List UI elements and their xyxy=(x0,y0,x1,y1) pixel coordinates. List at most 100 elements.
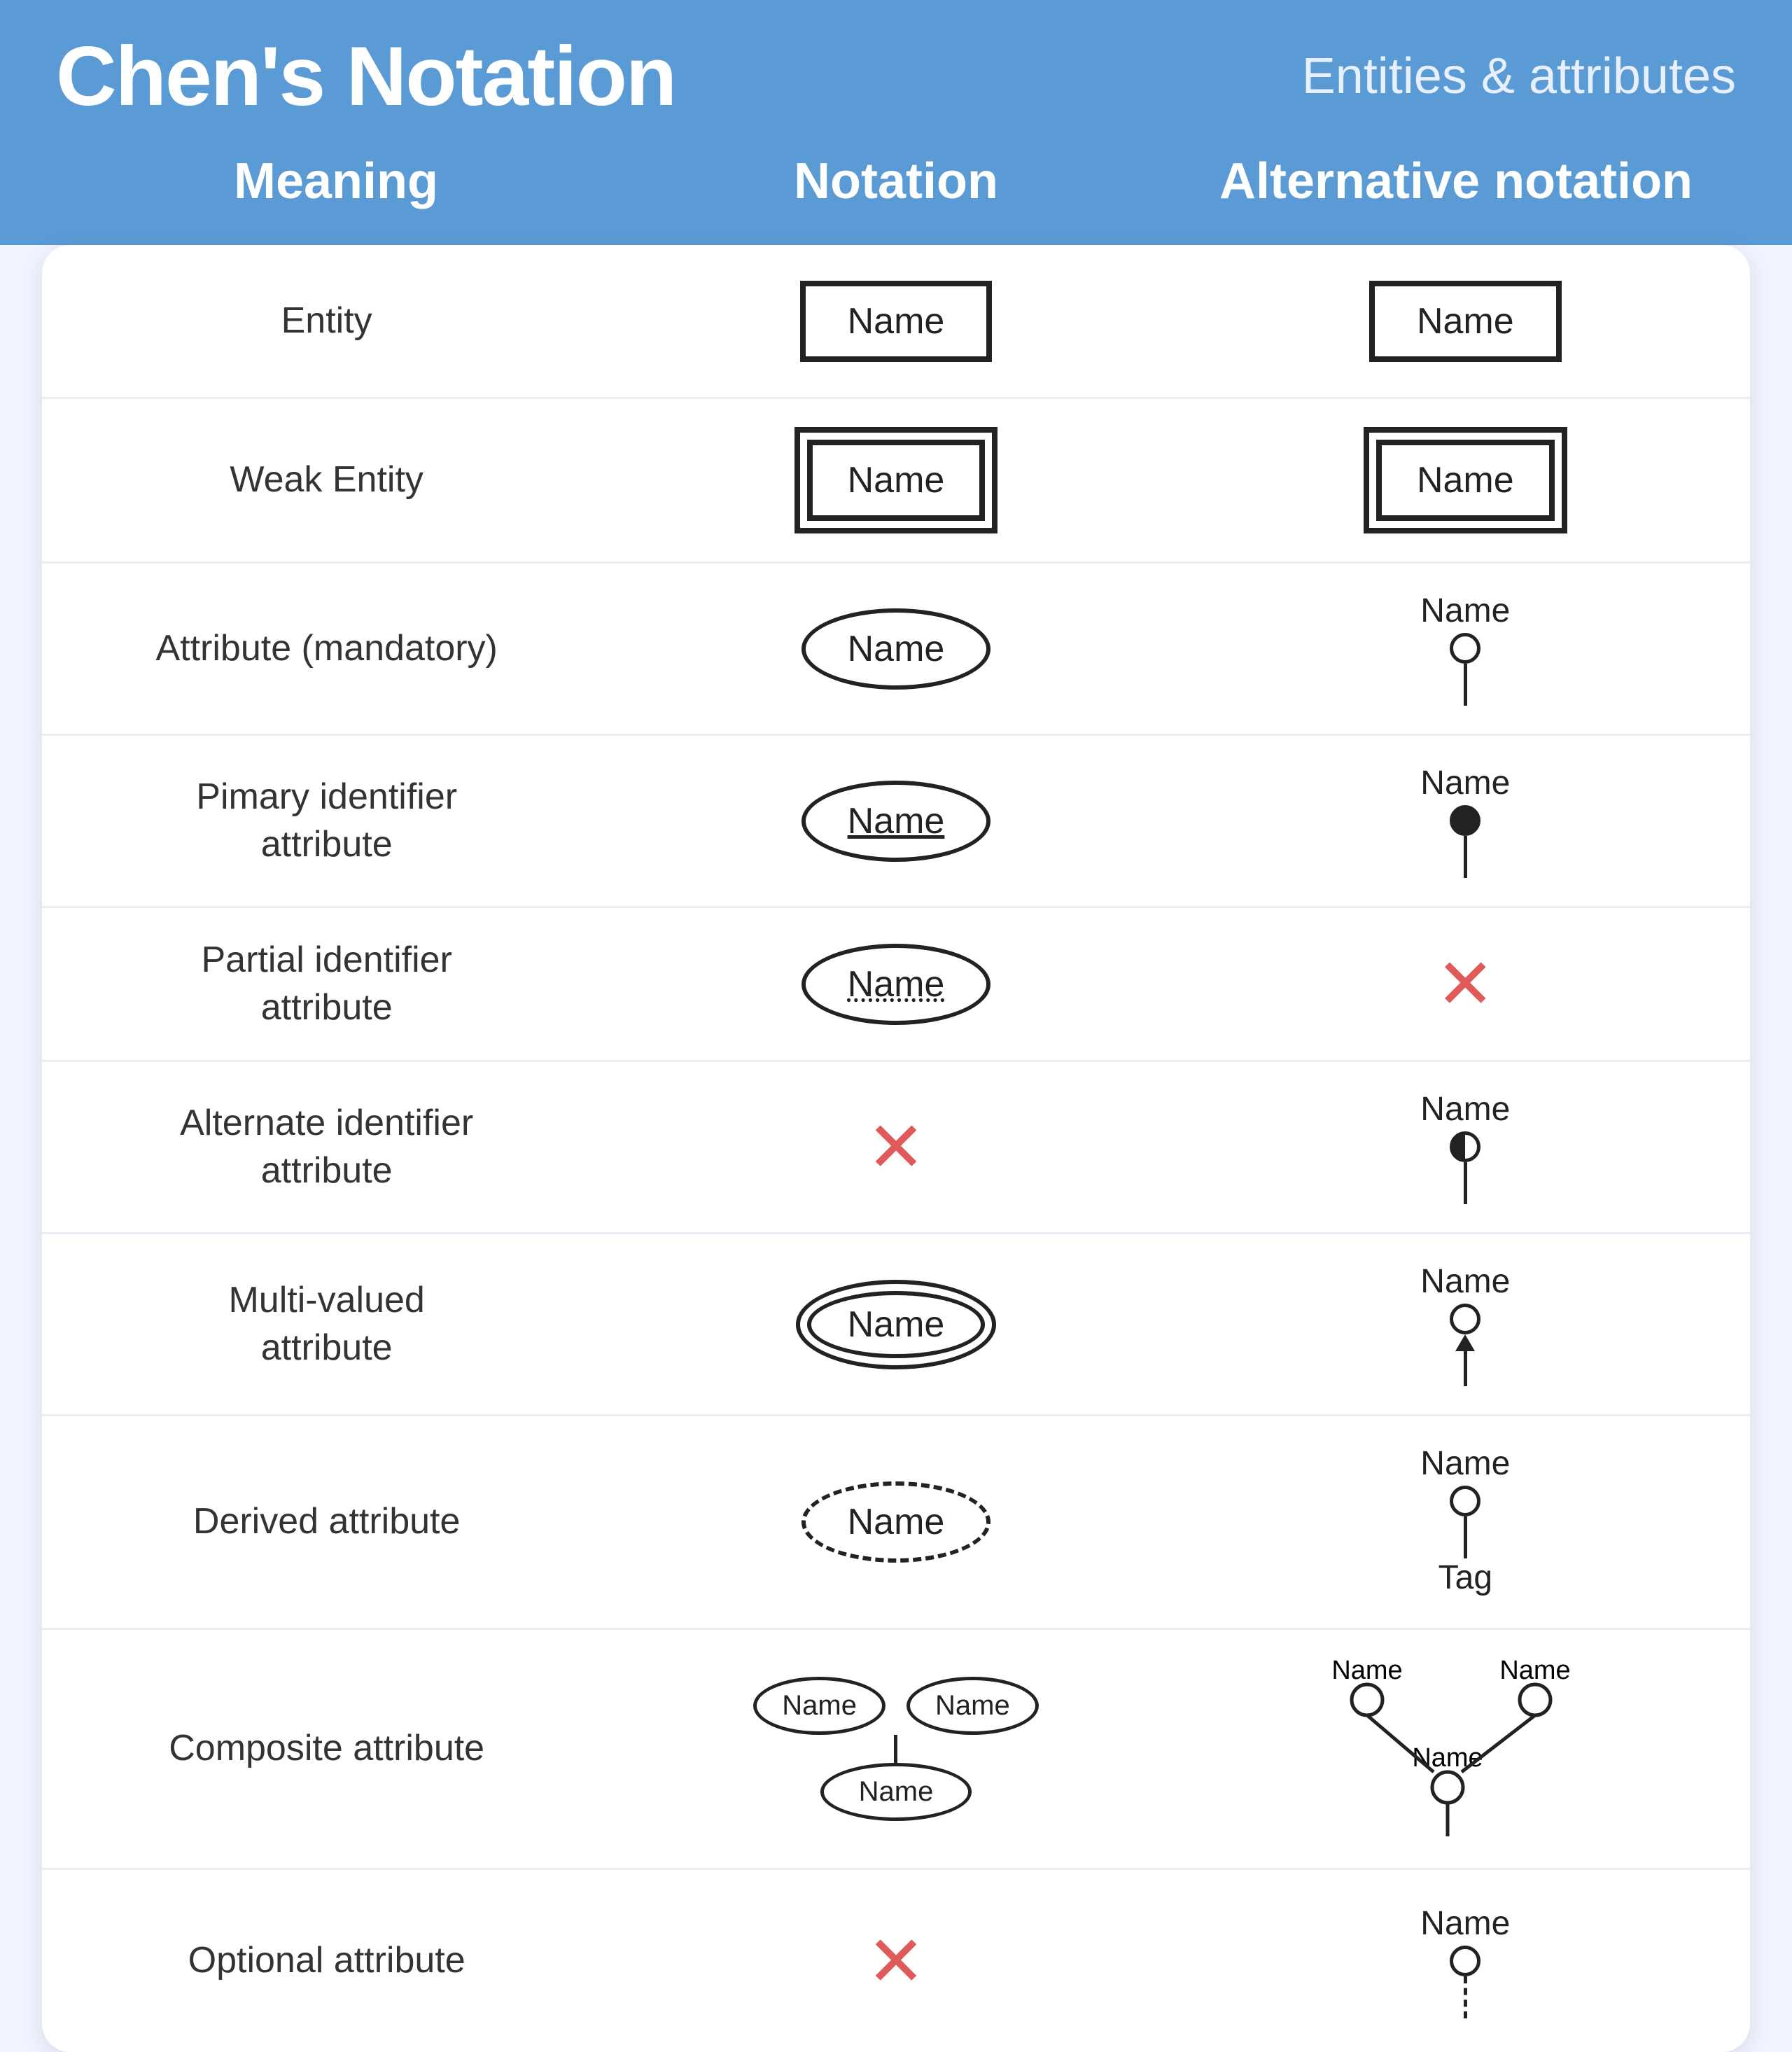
meaning-cell: Weak Entity xyxy=(42,399,611,561)
optional-circle xyxy=(1450,1946,1480,1976)
alt-id-label: Name xyxy=(1420,1090,1510,1129)
composite-top-row: Name Name xyxy=(753,1677,1038,1735)
notation-cell: ✕ xyxy=(611,1062,1180,1232)
comp-name3: Name xyxy=(859,1776,934,1807)
v-line xyxy=(1464,1351,1467,1386)
multi-ellipse: Name xyxy=(796,1280,997,1369)
attribute-ellipse: Name xyxy=(802,608,991,690)
weak-entity-notation: Name xyxy=(794,427,998,533)
alt-line xyxy=(1464,664,1467,706)
meaning-cell: Partial identifierattribute xyxy=(42,908,611,1060)
table-container: Entity Name Name Weak Entity Name xyxy=(42,245,1750,2052)
table-row: Attribute (mandatory) Name Name xyxy=(42,564,1750,736)
col-notation: Notation xyxy=(616,153,1176,210)
primary-name: Name xyxy=(848,801,945,842)
meaning-cell: Pimary identifierattribute xyxy=(42,736,611,906)
alt-circle-open2 xyxy=(1450,1304,1480,1334)
meaning-cell: Alternate identifierattribute xyxy=(42,1062,611,1232)
column-headers: Meaning Notation Alternative notation xyxy=(0,153,1792,245)
partial-ellipse: Name xyxy=(802,944,991,1025)
attr-alt-label: Name xyxy=(1420,592,1510,630)
primary-alt-label: Name xyxy=(1420,764,1510,802)
weak-entity-name: Name xyxy=(848,460,945,501)
derived-alt-circle xyxy=(1450,1486,1480,1516)
composite-line-v xyxy=(894,1735,897,1763)
table-row: Multi-valuedattribute Name Name xyxy=(42,1234,1750,1416)
composite-alt-svg: Name Name Name xyxy=(1325,1658,1605,1840)
meaning-cell: Attribute (mandatory) xyxy=(42,564,611,734)
partial-name: Name xyxy=(848,964,945,1005)
meaning-cell: Composite attribute xyxy=(42,1630,611,1868)
notation-cell: Name xyxy=(611,736,1180,906)
alt-circle-open xyxy=(1450,633,1480,664)
svg-text:Name: Name xyxy=(1500,1658,1571,1685)
primary-ellipse: Name xyxy=(802,781,991,862)
small-ellipse-1: Name xyxy=(753,1677,886,1735)
derived-name: Name xyxy=(848,1502,945,1542)
optional-alt: Name xyxy=(1420,1904,1510,2018)
table-row: Weak Entity Name Name xyxy=(42,399,1750,564)
multi-outer: Name xyxy=(796,1280,997,1369)
weak-entity-alt-name: Name xyxy=(1417,460,1514,501)
entity-alt-box: Name xyxy=(1369,281,1562,362)
svg-text:Name: Name xyxy=(1413,1743,1483,1773)
entity-alt-name: Name xyxy=(1417,301,1514,342)
alt-line-half xyxy=(1464,1162,1467,1204)
notation-cell: Name xyxy=(611,245,1180,397)
alt-id-alt: Name xyxy=(1420,1090,1510,1204)
meaning-label: Derived attribute xyxy=(193,1498,461,1546)
small-ellipse-2: Name xyxy=(906,1677,1039,1735)
alt-id-red-x: ✕ xyxy=(867,1106,925,1188)
arrowhead xyxy=(1455,1334,1475,1351)
primary-alt: Name xyxy=(1420,764,1510,878)
entity-box: Name xyxy=(800,281,993,362)
multi-alt: Name xyxy=(1420,1262,1510,1386)
notation-cell: Name xyxy=(611,908,1180,1060)
table-row: Partial identifierattribute Name ✕ xyxy=(42,908,1750,1062)
optional-red-x: ✕ xyxy=(867,1920,925,2002)
optional-dashed-line xyxy=(1464,1976,1467,2018)
alt-notation-cell: Name xyxy=(1181,245,1750,397)
meaning-label: Partial identifierattribute xyxy=(201,937,451,1031)
derived-alt-label: Name xyxy=(1420,1444,1510,1483)
meaning-label: Optional attribute xyxy=(188,1937,465,1985)
col-alternative: Alternative notation xyxy=(1176,153,1736,210)
meaning-label: Pimary identifierattribute xyxy=(196,774,457,868)
page-title: Chen's Notation xyxy=(56,28,676,125)
alt-notation-cell: Name xyxy=(1181,1234,1750,1414)
weak-entity-alt: Name xyxy=(1364,427,1567,533)
comp-name2: Name xyxy=(935,1690,1010,1721)
alt-notation-cell: Name xyxy=(1181,736,1750,906)
optional-alt-label: Name xyxy=(1420,1904,1510,1943)
weak-entity-alt-inner: Name xyxy=(1376,440,1555,521)
derived-alt-line xyxy=(1464,1516,1467,1558)
alt-notation-cell: Name xyxy=(1181,564,1750,734)
alt-notation-cell: Name Tag xyxy=(1181,1416,1750,1628)
alt-circle-filled xyxy=(1450,805,1480,836)
notation-cell: ✕ xyxy=(611,1870,1180,2052)
notation-cell: Name xyxy=(611,564,1180,734)
header: Chen's Notation Entities & attributes xyxy=(0,0,1792,153)
notation-cell: Name xyxy=(611,1416,1180,1628)
attr-alt: Name xyxy=(1420,592,1510,706)
alt-line-filled xyxy=(1464,836,1467,878)
col-meaning: Meaning xyxy=(56,153,616,210)
meaning-label: Entity xyxy=(281,298,372,345)
svg-text:Name: Name xyxy=(1332,1658,1403,1685)
meaning-cell: Derived attribute xyxy=(42,1416,611,1628)
table-row: Entity Name Name xyxy=(42,245,1750,399)
attr-name: Name xyxy=(848,629,945,669)
multi-inner xyxy=(807,1291,986,1358)
meaning-label: Alternate identifierattribute xyxy=(180,1100,473,1194)
alt-circle-open-arrow xyxy=(1450,1304,1480,1386)
alt-arrow-container xyxy=(1455,1334,1475,1386)
comp-name1: Name xyxy=(782,1690,857,1721)
meaning-cell: Entity xyxy=(42,245,611,397)
table-row: Alternate identifierattribute ✕ Name xyxy=(42,1062,1750,1234)
table-row: Pimary identifierattribute Name Name xyxy=(42,736,1750,908)
alt-circle-half xyxy=(1450,1131,1480,1162)
table-row: Optional attribute ✕ Name xyxy=(42,1870,1750,2052)
page-subtitle: Entities & attributes xyxy=(1302,48,1736,105)
alt-notation-cell: ✕ xyxy=(1181,908,1750,1060)
entity-name: Name xyxy=(848,301,945,342)
